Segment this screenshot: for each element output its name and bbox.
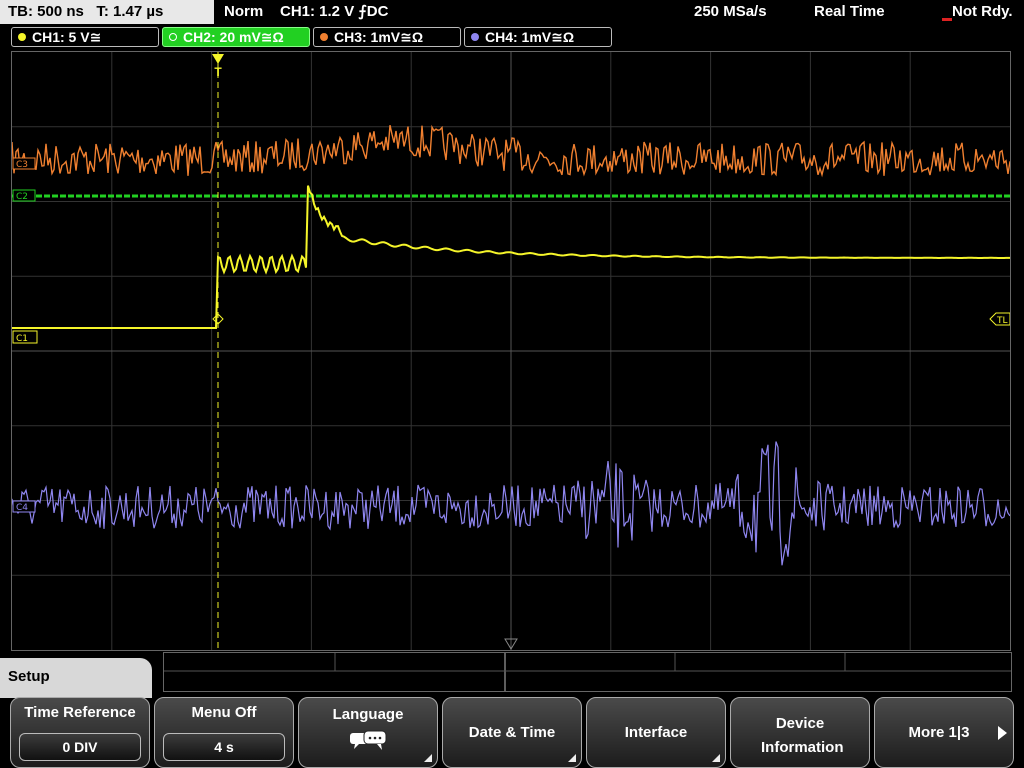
timebase-box[interactable]: TB: 500 ns T: 1.47 µs xyxy=(0,0,214,24)
channel-1-tab[interactable]: CH1: 5 V≅ xyxy=(11,27,159,47)
channel-3-offset-marker[interactable]: C3 xyxy=(12,157,36,170)
trigger-time-value: T: 1.47 µs xyxy=(96,3,164,20)
channel-2-tab[interactable]: CH2: 20 mV≅Ω xyxy=(162,27,310,47)
channel-3-color-icon xyxy=(320,33,328,41)
channel-2-color-icon xyxy=(169,33,177,41)
channel-2-marker-label: C2 xyxy=(16,192,28,202)
trigger-position-marker[interactable]: T xyxy=(212,54,224,79)
language-label: Language xyxy=(332,706,404,723)
channel-4-offset-marker[interactable]: C4 xyxy=(12,500,36,513)
interface-label: Interface xyxy=(624,724,688,741)
trigger-info[interactable]: CH1: 1.2 V ⨍DC xyxy=(280,0,388,24)
channel-3-marker-label: C3 xyxy=(16,160,28,170)
menu-off-softkey[interactable]: Menu Off 4 s xyxy=(154,697,294,768)
language-softkey[interactable]: Language xyxy=(298,697,438,768)
channel-4-marker-label: C4 xyxy=(16,503,28,513)
trigger-level-marker[interactable]: TL xyxy=(989,312,1010,326)
status-bar: TB: 500 ns T: 1.47 µs Norm CH1: 1.2 V ⨍D… xyxy=(0,0,1024,26)
channel-4-tab[interactable]: CH4: 1mV≅Ω xyxy=(464,27,612,47)
channel-1-offset-marker[interactable]: C1 xyxy=(12,330,38,344)
state-indicator xyxy=(942,18,952,21)
channel-2-label: CH2: 20 mV≅Ω xyxy=(183,29,284,45)
time-reference-softkey[interactable]: Time Reference 0 DIV xyxy=(10,697,150,768)
menu-off-value: 4 s xyxy=(163,733,285,761)
menu-off-label: Menu Off xyxy=(191,704,257,721)
time-reference-label: Time Reference xyxy=(24,704,136,721)
time-reference-value: 0 DIV xyxy=(19,733,141,761)
waveform-canvas: T C3 C2 C1 C4 TL xyxy=(12,52,1010,650)
device-information-softkey[interactable]: Device Information xyxy=(730,697,870,768)
more-label: More 1|3 xyxy=(908,724,970,741)
acquisition-state: Not Rdy. xyxy=(952,3,1013,20)
date-time-softkey[interactable]: Date & Time xyxy=(442,697,582,768)
channel-4-color-icon xyxy=(471,33,479,41)
channel-1-label: CH1: 5 V≅ xyxy=(32,29,102,45)
speech-bubbles-icon xyxy=(350,730,387,750)
trigger-marker-label: T xyxy=(214,65,222,79)
date-time-label: Date & Time xyxy=(468,724,556,741)
channel-1-color-icon xyxy=(18,33,26,41)
interface-softkey[interactable]: Interface xyxy=(586,697,726,768)
trigger-mode[interactable]: Norm xyxy=(224,0,263,24)
trigger-level-label: TL xyxy=(996,316,1008,326)
time-axis-ticks xyxy=(164,653,1011,691)
submenu-corner-icon xyxy=(568,754,576,762)
next-page-arrow-icon xyxy=(998,726,1007,740)
channel-4-label: CH4: 1mV≅Ω xyxy=(485,29,575,45)
acquisition-mode[interactable]: Real Time xyxy=(814,0,885,24)
menu-title: Setup xyxy=(0,658,152,698)
waveform-display[interactable]: T C3 C2 C1 C4 TL xyxy=(11,51,1011,651)
submenu-corner-icon xyxy=(712,754,720,762)
timebase-value: TB: 500 ns xyxy=(8,3,84,20)
channel-3-label: CH3: 1mV≅Ω xyxy=(334,29,424,45)
channel-2-offset-marker[interactable]: C2 xyxy=(12,189,36,202)
sample-rate: 250 MSa/s xyxy=(694,3,767,20)
time-axis-strip xyxy=(163,652,1012,692)
more-softkey[interactable]: More 1|3 xyxy=(874,697,1014,768)
channel-1-marker-label: C1 xyxy=(16,334,28,344)
channel-3-tab[interactable]: CH3: 1mV≅Ω xyxy=(313,27,461,47)
device-information-label: Device Information xyxy=(761,715,844,756)
submenu-corner-icon xyxy=(424,754,432,762)
